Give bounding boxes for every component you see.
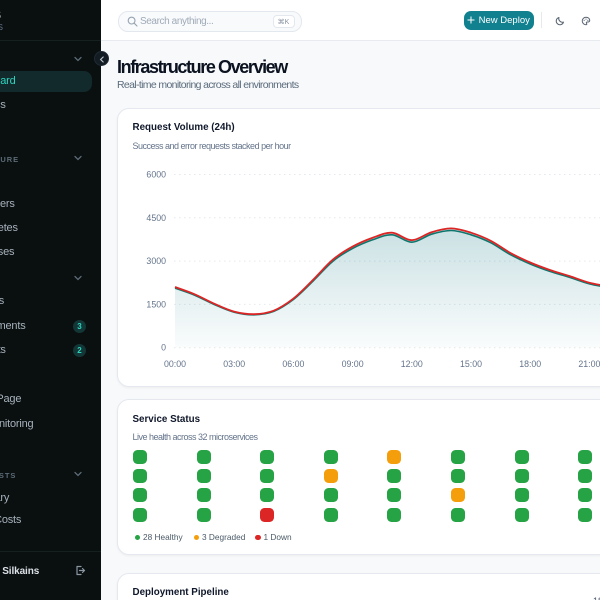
- svg-text:12:00: 12:00: [401, 359, 423, 369]
- svg-text:4500: 4500: [146, 213, 166, 223]
- svg-text:3000: 3000: [146, 256, 166, 266]
- svg-text:0: 0: [161, 343, 166, 353]
- svg-text:18:00: 18:00: [519, 359, 541, 369]
- svg-text:1500: 1500: [146, 299, 166, 309]
- svg-text:09:00: 09:00: [342, 359, 364, 369]
- svg-text:06:00: 06:00: [282, 359, 304, 369]
- svg-text:15:00: 15:00: [460, 359, 482, 369]
- svg-text:03:00: 03:00: [223, 359, 245, 369]
- svg-text:00:00: 00:00: [164, 359, 186, 369]
- svg-text:21:00: 21:00: [578, 359, 600, 369]
- svg-text:6000: 6000: [146, 170, 166, 180]
